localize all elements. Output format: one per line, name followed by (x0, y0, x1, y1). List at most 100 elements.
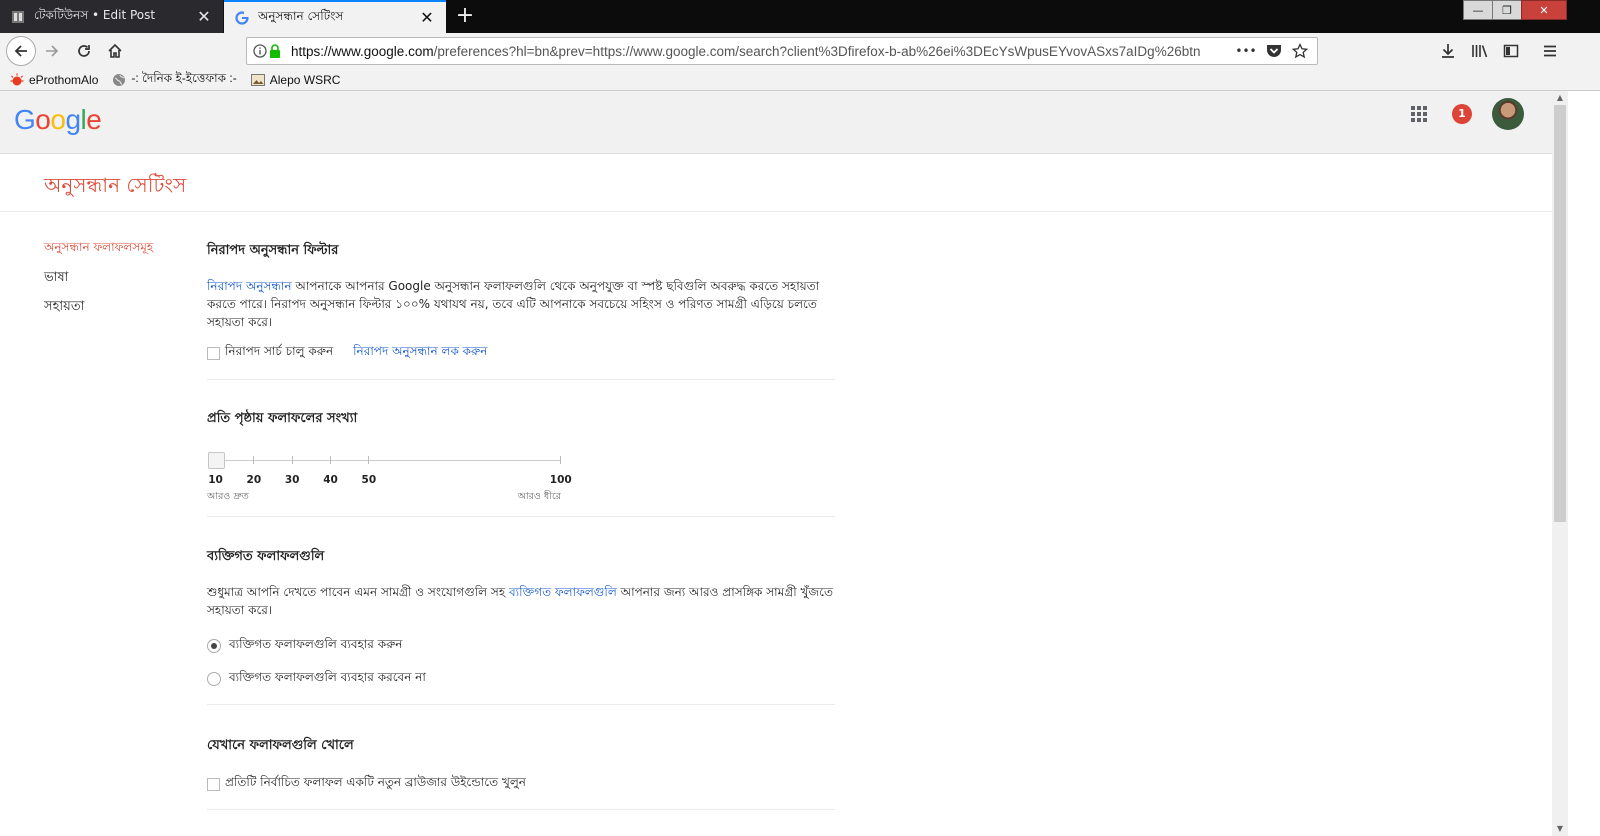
faster-label: আরও দ্রুত (207, 491, 249, 502)
bookmark-ittefaq[interactable]: -: দৈনিক ই-ইত্তেফাক :- (112, 70, 237, 90)
slider-tick (330, 456, 331, 464)
scroll-up-icon[interactable]: ▲ (1552, 91, 1568, 105)
forward-arrow-icon (46, 45, 59, 57)
slider-tick-label[interactable]: 10 (208, 474, 223, 486)
window-edge (1568, 91, 1600, 836)
results-slider[interactable]: 10 20 30 40 50 100 আরও দ্রুত আরও ধীরে (207, 449, 572, 509)
maximize-button[interactable]: ❐ (1492, 0, 1522, 20)
new-window-checkbox[interactable] (207, 777, 220, 791)
bookmark-label: Alepo WSRC (269, 72, 341, 87)
address-bar[interactable]: https://www.google.com/preferences?hl=bn… (246, 37, 1318, 65)
url-text[interactable]: https://www.google.com/preferences?hl=bn… (291, 44, 1231, 59)
radio-button[interactable] (207, 672, 221, 686)
bookmark-eprothomalo[interactable]: eProthomAlo (10, 73, 98, 87)
slider-tick-label[interactable]: 20 (247, 474, 262, 486)
radio-dont-use-personal[interactable]: ব্যক্তিগত ফলাফলগুলি ব্যবহার করবেন না (207, 669, 835, 689)
window-controls: — ❐ ✕ (1463, 0, 1567, 20)
google-header: Google 1 (0, 91, 1552, 154)
avatar[interactable] (1492, 98, 1524, 130)
results-per-page-section: প্রতি পৃষ্ঠায় ফলাফলের সংখ্যা 10 20 30 40 50… (207, 380, 835, 517)
radio-button[interactable] (207, 639, 221, 653)
slider-tick (560, 456, 561, 464)
sidebar-button[interactable] (1497, 37, 1525, 65)
settings-title-bar: অনুসন্ধান সেটিংস (0, 154, 1552, 212)
settings-nav: অনুসন্ধান ফলাফলসমূহ ভাষা সহায়তা (44, 239, 153, 326)
tab-edit-post[interactable]: টেকটিউনস • Edit Post ✕ (0, 0, 224, 33)
settings-content: নিরাপদ অনুসন্ধান ফিল্টার নিরাপদ অনুসন্ধা… (207, 239, 835, 810)
navigation-toolbar: https://www.google.com/preferences?hl=bn… (0, 33, 1600, 69)
vertical-scrollbar[interactable]: ▲ ▼ (1552, 91, 1568, 836)
scrollbar-thumb[interactable] (1554, 105, 1566, 522)
tab-search-settings[interactable]: অনুসন্ধান সেটিংস ✕ (224, 0, 446, 33)
safe-search-row: নিরাপদ সার্চ চালু করুন নিরাপদ অনুসন্ধান … (207, 343, 835, 363)
bookmark-star-icon[interactable] (1287, 38, 1313, 64)
notification-badge[interactable]: 1 (1452, 104, 1472, 124)
globe-icon (112, 73, 126, 87)
book-icon (10, 9, 26, 25)
radio-use-personal[interactable]: ব্যক্তিগত ফলাফলগুলি ব্যবহার করুন (207, 636, 835, 656)
nav-item-language[interactable]: ভাষা (44, 268, 153, 297)
safe-search-link[interactable]: নিরাপদ অনুসন্ধান (207, 279, 292, 293)
slider-thumb[interactable] (208, 452, 225, 469)
apps-grid-icon[interactable] (1411, 106, 1427, 122)
slider-tick-label[interactable]: 40 (323, 474, 338, 486)
checkbox-label[interactable]: নিরাপদ সার্চ চালু করুন (225, 343, 333, 363)
personal-results-section: ব্যক্তিগত ফলাফলগুলি শুধুমাত্র আপনি দেখতে… (207, 517, 835, 705)
radio-label[interactable]: ব্যক্তিগত ফলাফলগুলি ব্যবহার করবেন না (229, 669, 426, 689)
library-icon (1472, 45, 1488, 58)
safe-search-section: নিরাপদ অনুসন্ধান ফিল্টার নিরাপদ অনুসন্ধা… (207, 239, 835, 380)
page-title: অনুসন্ধান সেটিংস (44, 173, 187, 197)
library-button[interactable] (1466, 37, 1494, 65)
lock-safe-search-link[interactable]: নিরাপদ অনুসন্ধান লক করুন (353, 343, 487, 363)
google-g-icon (234, 10, 250, 26)
section-heading: নিরাপদ অনুসন্ধান ফিল্টার (207, 243, 339, 258)
nav-item-search-results[interactable]: অনুসন্ধান ফলাফলসমূহ (44, 239, 153, 268)
section-heading: প্রতি পৃষ্ঠায় ফলাফলের সংখ্যা (207, 411, 358, 426)
url-host: https://www.google.com (291, 43, 434, 59)
new-tab-button[interactable]: + (452, 4, 478, 30)
bookmark-label: eProthomAlo (29, 72, 99, 87)
new-window-row: প্রতিটি নির্বাচিত ফলাফল একটি নতুন ব্রাউজ… (207, 774, 835, 794)
checkbox-label[interactable]: প্রতিটি নির্বাচিত ফলাফল একটি নতুন ব্রাউজ… (225, 774, 526, 794)
personal-results-description: শুধুমাত্র আপনি দেখতে পাবেন এমন সামগ্রী ও… (207, 585, 833, 617)
slider-tick-label[interactable]: 50 (362, 474, 377, 486)
url-path: /preferences?hl=bn&prev=https://www.goog… (433, 43, 1201, 59)
slider-tick (368, 456, 370, 464)
reload-icon (78, 45, 90, 57)
close-tab-icon[interactable]: ✕ (195, 7, 213, 26)
page-viewport: Google 1 অনুসন্ধান সেটিংস অনুসন্ধান ফলাফ… (0, 91, 1552, 836)
safe-search-checkbox[interactable] (207, 346, 220, 360)
nav-item-help[interactable]: সহায়তা (44, 297, 153, 326)
close-window-button[interactable]: ✕ (1521, 0, 1567, 20)
personal-results-link[interactable]: ব্যক্তিগত ফলাফলগুলি (509, 585, 617, 599)
scroll-down-icon[interactable]: ▼ (1552, 822, 1568, 836)
bookmarks-toolbar: eProthomAlo -: দৈনিক ই-ইত্তেফাক :- Alepo… (0, 69, 1600, 91)
lock-icon (267, 38, 283, 64)
download-icon (1442, 44, 1454, 58)
close-tab-icon[interactable]: ✕ (418, 8, 436, 27)
page-actions-menu-icon[interactable]: ••• (1231, 38, 1261, 64)
radio-label[interactable]: ব্যক্তিগত ফলাফলগুলি ব্যবহার করুন (229, 636, 402, 656)
tab-strip: টেকটিউনস • Edit Post ✕ অনুসন্ধান সেটিংস … (0, 0, 1600, 33)
hamburger-menu-icon (1544, 45, 1556, 57)
reload-button[interactable] (70, 37, 98, 65)
minimize-button[interactable]: — (1463, 0, 1493, 20)
back-arrow-icon (14, 45, 27, 57)
sidebar-icon (1503, 44, 1519, 58)
forward-button[interactable] (38, 37, 66, 65)
slider-tick (291, 456, 293, 464)
section-heading: ব্যক্তিগত ফলাফলগুলি (207, 549, 325, 564)
slider-tick-label[interactable]: 30 (285, 474, 300, 486)
slider-tick-label[interactable]: 100 (550, 474, 572, 486)
pocket-icon[interactable] (1261, 38, 1287, 64)
google-logo[interactable]: Google (14, 104, 102, 136)
image-icon (250, 73, 265, 87)
section-heading: যেখানে ফলাফলগুলি খোলে (207, 738, 354, 753)
menu-button[interactable] (1536, 37, 1564, 65)
downloads-button[interactable] (1434, 37, 1462, 65)
home-icon (108, 43, 122, 58)
bookmark-alepo-wsrc[interactable]: Alepo WSRC (250, 72, 341, 87)
home-button[interactable] (101, 37, 129, 65)
back-button[interactable] (6, 36, 36, 66)
slider-tick (253, 456, 255, 464)
